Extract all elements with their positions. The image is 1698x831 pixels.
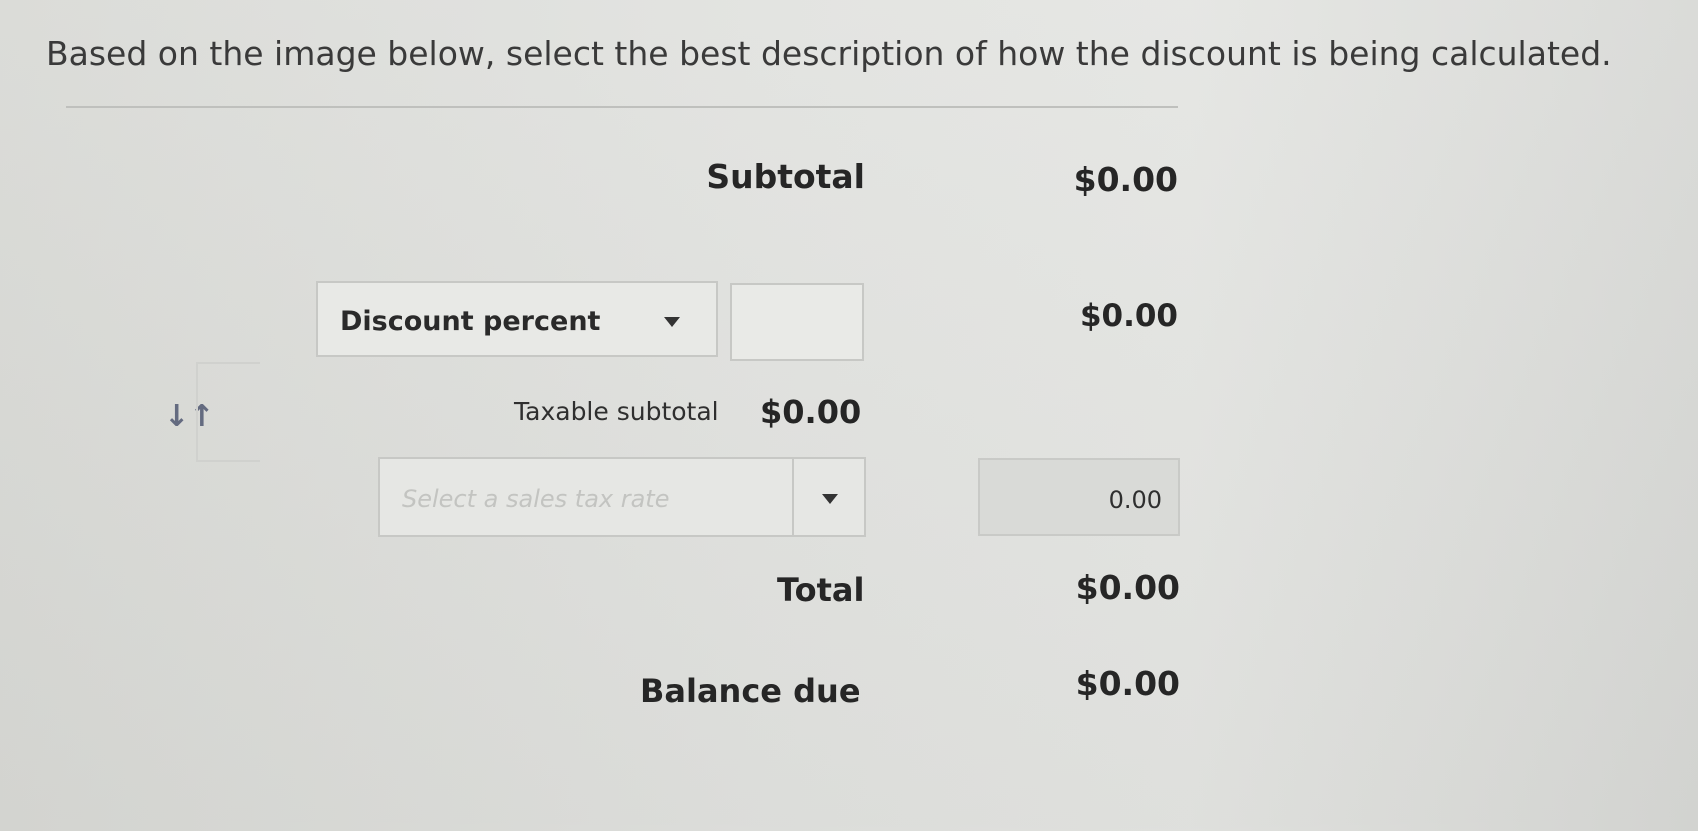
bracket-side (196, 362, 198, 462)
tax-amount-value: 0.00 (1108, 486, 1162, 514)
subtotal-amount: $0.00 (1073, 160, 1178, 199)
discount-value-input[interactable] (730, 283, 864, 361)
balance-due-amount: $0.00 (1075, 664, 1180, 703)
divider (66, 106, 1178, 108)
discount-type-label: Discount percent (340, 306, 601, 337)
chevron-down-icon[interactable] (822, 494, 838, 504)
sales-tax-rate-placeholder: Select a sales tax rate (402, 485, 670, 513)
total-amount: $0.00 (1075, 568, 1180, 607)
chevron-down-icon[interactable] (664, 317, 680, 327)
question-prompt: Based on the image below, select the bes… (46, 34, 1612, 73)
subtotal-label: Subtotal (706, 157, 865, 196)
select-separator (792, 459, 794, 535)
taxable-subtotal-label: Taxable subtotal (514, 397, 719, 426)
discount-amount: $0.00 (1079, 298, 1178, 334)
sort-arrows-icon[interactable]: ↓↑ (164, 398, 214, 436)
bracket-bottom (196, 460, 260, 462)
total-label: Total (777, 571, 865, 609)
balance-due-label: Balance due (640, 672, 861, 710)
taxable-subtotal-amount: $0.00 (760, 393, 862, 431)
bracket-top (196, 362, 260, 364)
